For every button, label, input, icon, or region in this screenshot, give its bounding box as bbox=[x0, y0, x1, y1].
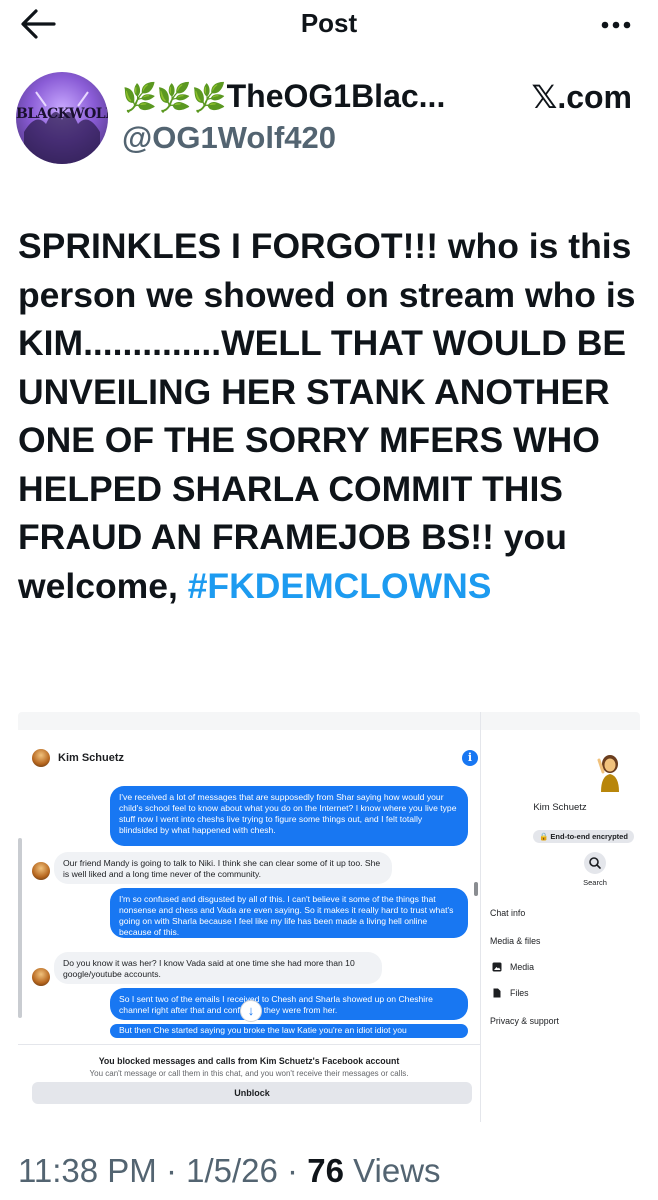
scroll-down-arrow-icon: ↓ bbox=[240, 1000, 262, 1022]
chat-scrollbar bbox=[474, 882, 478, 896]
author-avatar[interactable]: BLACKWOLF bbox=[16, 72, 108, 164]
media-item: Media bbox=[510, 962, 534, 972]
side-contact-name: Kim Schuetz bbox=[533, 802, 587, 813]
message-bubble: I'm so confused and disgusted by all of … bbox=[110, 888, 468, 938]
hashtag-link[interactable]: #FKDEMCLOWNS bbox=[188, 566, 492, 606]
files-item: Files bbox=[510, 988, 529, 998]
left-scrollbar bbox=[18, 838, 22, 1018]
search-label: Search bbox=[583, 878, 607, 887]
message-bubble: I've received a lot of messages that are… bbox=[110, 786, 468, 846]
top-bar: Post bbox=[0, 0, 658, 52]
message-bubble: But then Che started saying you broke th… bbox=[110, 1024, 468, 1038]
attached-image[interactable]: Kim Schuetz i I've received a lot of mes… bbox=[18, 712, 640, 1122]
author-display-name[interactable]: 🌿🌿🌿TheOG1Blac... bbox=[122, 78, 445, 115]
message-bubble: So I sent two of the emails I received t… bbox=[110, 988, 468, 1020]
chat-header: Kim Schuetz i bbox=[28, 744, 478, 772]
meta-separator: · bbox=[156, 1152, 187, 1189]
chat-contact-name: Kim Schuetz bbox=[58, 752, 125, 764]
avatar-logo-text: BLACKWOLF bbox=[16, 106, 108, 122]
meta-separator: · bbox=[277, 1152, 308, 1189]
blocked-notice-subtitle: You can't message or call them in this c… bbox=[89, 1069, 409, 1078]
chat-panel: Kim Schuetz i I've received a lot of mes… bbox=[18, 712, 480, 1122]
display-name-text: TheOG1Blac... bbox=[226, 78, 446, 114]
files-icon bbox=[493, 988, 501, 998]
contact-avatar bbox=[32, 749, 50, 767]
message-avatar bbox=[32, 862, 50, 880]
chat-info-item: Chat info bbox=[490, 908, 526, 918]
message-avatar bbox=[32, 968, 50, 986]
media-files-item: Media & files bbox=[490, 936, 541, 946]
divider bbox=[18, 1044, 480, 1045]
post-body: SPRINKLES I FORGOT!!! who is this person… bbox=[18, 226, 636, 606]
search-icon bbox=[584, 852, 606, 874]
source-label: 𝕏.com bbox=[531, 79, 632, 115]
author-handle[interactable]: @OG1Wolf420 bbox=[122, 120, 336, 156]
page-title: Post bbox=[300, 8, 358, 38]
unblock-button: Unblock bbox=[32, 1082, 472, 1104]
info-icon: i bbox=[462, 750, 478, 766]
views-count: 76 bbox=[307, 1152, 344, 1189]
more-options-icon[interactable] bbox=[596, 10, 636, 40]
post-meta: 11:38 PM · 1/5/26 · 76 Views bbox=[18, 1152, 441, 1190]
post-date[interactable]: 1/5/26 bbox=[186, 1152, 278, 1189]
media-icon bbox=[492, 962, 502, 972]
encrypted-badge: 🔒 End-to-end encrypted bbox=[533, 830, 634, 843]
message-bubble: Do you know it was her? I know Vada said… bbox=[54, 952, 382, 984]
views-label: Views bbox=[353, 1152, 441, 1189]
post-text: SPRINKLES I FORGOT!!! who is this person… bbox=[18, 222, 648, 610]
message-bubble: Our friend Mandy is going to talk to Nik… bbox=[54, 852, 392, 884]
privacy-support-item: Privacy & support bbox=[490, 1016, 559, 1026]
leaf-emoji-icon: 🌿🌿🌿 bbox=[122, 82, 227, 113]
contact-bitmoji-icon bbox=[597, 755, 619, 792]
post-time[interactable]: 11:38 PM bbox=[18, 1152, 157, 1189]
blocked-notice-title: You blocked messages and calls from Kim … bbox=[98, 1056, 400, 1066]
